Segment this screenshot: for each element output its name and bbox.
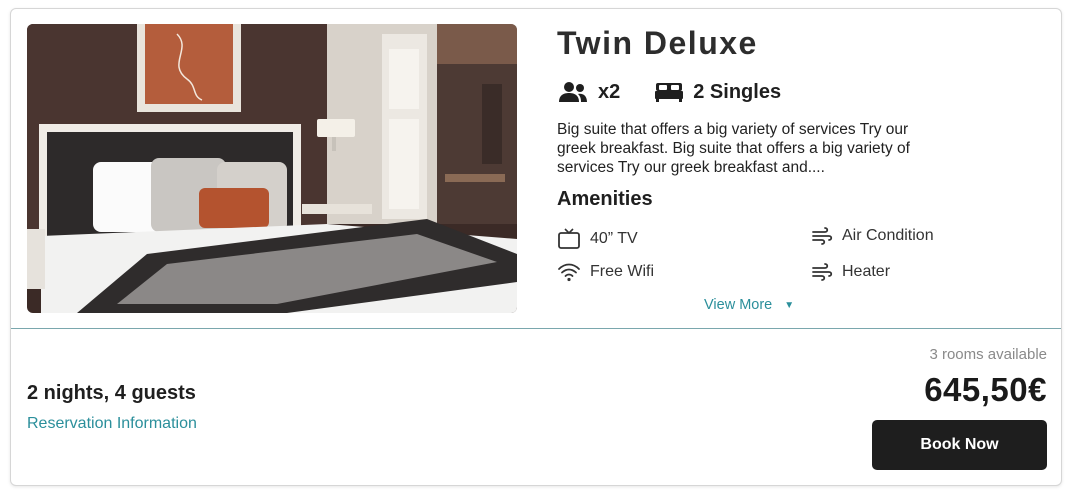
- view-more-link[interactable]: View More ▼: [704, 297, 794, 313]
- guests-count: x2: [598, 80, 621, 103]
- beds-label: 2 Singles: [693, 80, 782, 103]
- people-icon: [559, 82, 587, 102]
- stay-summary: 2 nights, 4 guests: [27, 382, 196, 404]
- amenity-label: 40” TV: [590, 230, 638, 247]
- amenity-wifi: Free Wifi: [557, 262, 654, 282]
- room-photo[interactable]: [27, 24, 517, 313]
- amenity-label: Heater: [842, 263, 891, 280]
- hotel-room-image: [27, 24, 517, 313]
- amenity-label: Air Condition: [842, 227, 934, 244]
- caret-down-icon[interactable]: ▼: [784, 300, 794, 311]
- room-capacity: x2 2 Singles: [557, 79, 781, 105]
- card-divider: [11, 328, 1061, 329]
- wind-icon: [812, 263, 833, 281]
- amenity-air-condition: Air Condition: [811, 226, 934, 246]
- rooms-available: 3 rooms available: [929, 346, 1047, 363]
- amenity-heater: Heater: [811, 262, 890, 282]
- beds-info: 2 Singles: [654, 81, 781, 104]
- amenity-tv: 40” TV: [557, 228, 638, 250]
- room-card: Twin Deluxe x2 2 Singles Big suite that: [10, 8, 1062, 486]
- room-title: Twin Deluxe: [557, 25, 758, 61]
- room-price: 645,50€: [924, 371, 1047, 408]
- room-description: Big suite that offers a big variety of s…: [557, 121, 910, 176]
- bed-icon: [655, 83, 684, 102]
- amenities-title: Amenities: [557, 188, 653, 210]
- amenity-label: Free Wifi: [590, 263, 654, 280]
- wifi-icon: [558, 263, 580, 282]
- guests-info: x2: [557, 81, 620, 104]
- tv-icon: [558, 228, 580, 249]
- view-more-label[interactable]: View More: [704, 297, 772, 313]
- wind-icon: [812, 227, 833, 245]
- book-now-button[interactable]: Book Now: [872, 420, 1047, 470]
- reservation-information-link[interactable]: Reservation Information: [27, 415, 197, 433]
